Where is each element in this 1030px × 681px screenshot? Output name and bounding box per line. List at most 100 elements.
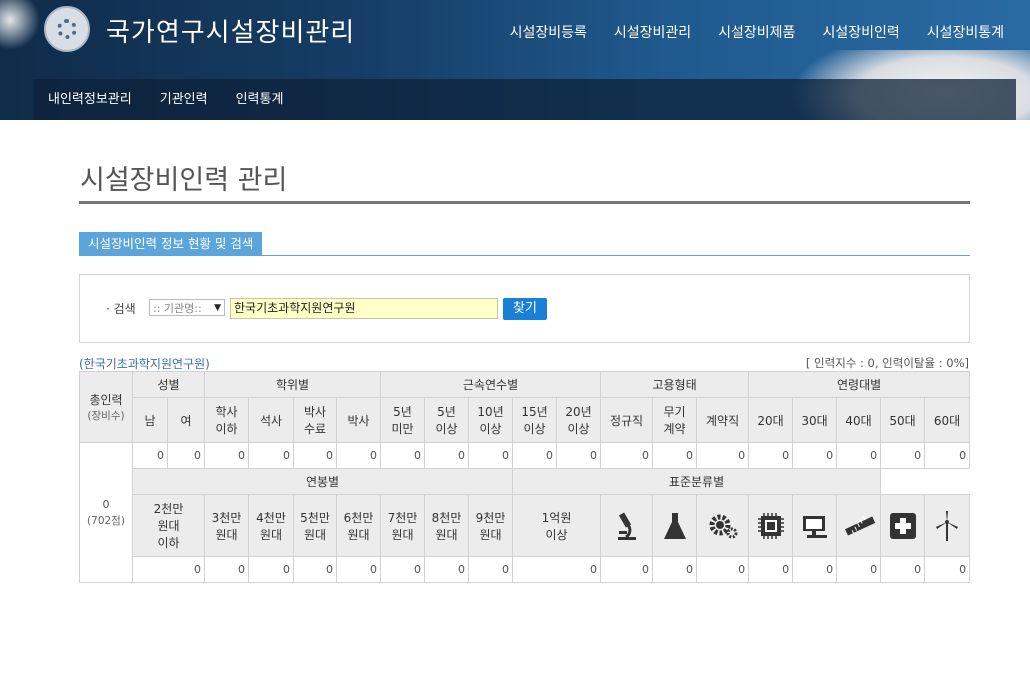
search-type-select[interactable]: :: 기관명:: ▼ bbox=[149, 299, 225, 316]
stat-value: 0 bbox=[696, 556, 750, 583]
total-value-cell: 0 (702점) bbox=[79, 442, 133, 583]
medical-cross-icon bbox=[889, 512, 916, 539]
column-header: 4천만 원대 bbox=[248, 494, 294, 557]
stat-value: 0 bbox=[600, 556, 654, 583]
standard-category-header bbox=[880, 494, 926, 557]
column-header: 정규직 bbox=[600, 397, 654, 443]
nav-item-equipment-staff[interactable]: 시설장비인력 bbox=[822, 22, 899, 42]
search-type-value: :: 기관명:: bbox=[153, 302, 202, 315]
stat-value: 0 bbox=[924, 442, 971, 469]
microscope-icon bbox=[617, 511, 636, 540]
stat-value: 0 bbox=[511, 556, 602, 583]
org-name: (한국기초과학지원연구원) bbox=[79, 357, 210, 371]
column-header: 20년 이상 bbox=[555, 397, 602, 443]
stat-value: 0 bbox=[132, 556, 205, 583]
nav-item-equipment-register[interactable]: 시설장비등록 bbox=[510, 22, 587, 42]
stat-value: 0 bbox=[600, 442, 654, 469]
column-header: 무기 계약 bbox=[652, 397, 698, 443]
stat-value: 0 bbox=[380, 556, 425, 583]
column-header: 계약직 bbox=[696, 397, 750, 443]
stat-value: 0 bbox=[512, 442, 557, 469]
column-header: 40대 bbox=[836, 397, 882, 443]
stat-value: 0 bbox=[696, 442, 750, 469]
main-nav: 시설장비등록 시설장비관리 시설장비제품 시설장비인력 시설장비통계 bbox=[510, 22, 1004, 42]
standard-category-header bbox=[748, 494, 794, 557]
group-header: 연봉별 bbox=[132, 468, 513, 495]
nav-item-equipment-products[interactable]: 시설장비제품 bbox=[718, 22, 795, 42]
subnav-item-org-staff[interactable]: 기관인력 bbox=[160, 79, 208, 120]
divider bbox=[79, 201, 970, 204]
stat-value: 0 bbox=[468, 556, 513, 583]
staff-stats-table: 총인력 (장비수) 성별 학위별 근속연수별 고용형태 연령대별 남 여 학사 이하 석… bbox=[79, 371, 971, 583]
subnav-item-staff-stats[interactable]: 인력통계 bbox=[236, 79, 284, 120]
standard-category-header bbox=[696, 494, 750, 557]
stat-value: 0 bbox=[748, 556, 794, 583]
search-panel: · 검색 :: 기관명:: ▼ 한국기초과학지원연구원 찾기 bbox=[79, 274, 970, 343]
stat-value: 0 bbox=[880, 556, 926, 583]
nav-item-equipment-manage[interactable]: 시설장비관리 bbox=[614, 22, 691, 42]
column-header: 2천만 원대 이하 bbox=[132, 494, 205, 557]
column-header: 5년 이상 bbox=[424, 397, 469, 443]
column-header: 6천만 원대 bbox=[336, 494, 381, 557]
summary-text: [ 인력지수 : 0, 인력이탈율 : 0%] bbox=[805, 356, 969, 370]
column-header: 1억원 이상 bbox=[511, 494, 602, 557]
search-button[interactable]: 찾기 bbox=[503, 298, 547, 320]
ruler-icon bbox=[844, 515, 875, 536]
stat-value: 0 bbox=[792, 556, 838, 583]
stat-value: 0 bbox=[836, 442, 882, 469]
column-header: 박사 bbox=[336, 397, 381, 443]
standard-category-header bbox=[924, 494, 971, 557]
stat-value: 0 bbox=[748, 442, 794, 469]
dropdown-arrow-icon: ▼ bbox=[214, 303, 221, 313]
column-header: 3천만 원대 bbox=[204, 494, 249, 557]
stat-value: 0 bbox=[880, 442, 926, 469]
stat-value: 0 bbox=[167, 442, 205, 469]
page-title: 시설장비인력 관리 bbox=[80, 165, 288, 196]
stat-value: 0 bbox=[380, 442, 425, 469]
nav-item-equipment-stats[interactable]: 시설장비통계 bbox=[927, 22, 1004, 42]
total-equipment: (702점) bbox=[87, 514, 125, 527]
group-header: 고용형태 bbox=[600, 371, 750, 398]
stat-value: 0 bbox=[132, 442, 168, 469]
chip-icon bbox=[757, 512, 784, 539]
stat-value: 0 bbox=[652, 442, 698, 469]
column-header: 15년 이상 bbox=[512, 397, 557, 443]
column-header: 20대 bbox=[748, 397, 794, 443]
column-header: 남 bbox=[132, 397, 168, 443]
column-header: 여 bbox=[167, 397, 205, 443]
header-decoration bbox=[0, 0, 40, 50]
column-header: 50대 bbox=[880, 397, 926, 443]
column-header: 학사 이하 bbox=[204, 397, 249, 443]
column-header: 10년 이상 bbox=[468, 397, 513, 443]
stat-value: 0 bbox=[924, 556, 971, 583]
subnav-item-my-staff[interactable]: 내인력정보관리 bbox=[48, 79, 132, 120]
section-tab: 시설장비인력 정보 현황 및 검색 bbox=[79, 232, 263, 255]
stat-value: 0 bbox=[204, 556, 249, 583]
sub-nav: 내인력정보관리 기관인력 인력통계 bbox=[34, 79, 1016, 120]
column-header: 5년 미만 bbox=[380, 397, 425, 443]
column-header: 박사 수료 bbox=[293, 397, 337, 443]
flask-icon bbox=[663, 512, 686, 539]
divider bbox=[79, 255, 970, 256]
stat-value: 0 bbox=[555, 442, 602, 469]
stat-value: 0 bbox=[836, 556, 882, 583]
site-header: 국가연구시설장비관리 시설장비등록 시설장비관리 시설장비제품 시설장비인력 시… bbox=[0, 0, 1030, 120]
site-title[interactable]: 국가연구시설장비관리 bbox=[106, 12, 355, 49]
search-input[interactable]: 한국기초과학지원연구원 bbox=[230, 298, 498, 319]
column-header: 석사 bbox=[248, 397, 294, 443]
standard-category-header bbox=[652, 494, 698, 557]
stat-value: 0 bbox=[792, 442, 838, 469]
stat-value: 0 bbox=[336, 442, 381, 469]
group-header: 표준분류별 bbox=[511, 468, 882, 495]
stat-value: 0 bbox=[248, 442, 294, 469]
stat-value: 0 bbox=[293, 556, 337, 583]
column-header: 7천만 원대 bbox=[380, 494, 425, 557]
standard-category-header bbox=[836, 494, 882, 557]
stat-value: 0 bbox=[652, 556, 698, 583]
logo-icon[interactable] bbox=[44, 6, 90, 52]
group-header: 근속연수별 bbox=[379, 371, 602, 398]
gear-icon bbox=[709, 514, 738, 538]
group-header: 학위별 bbox=[204, 371, 381, 398]
total-sub-header: (장비수) bbox=[87, 410, 125, 422]
column-header: 8천만 원대 bbox=[424, 494, 469, 557]
